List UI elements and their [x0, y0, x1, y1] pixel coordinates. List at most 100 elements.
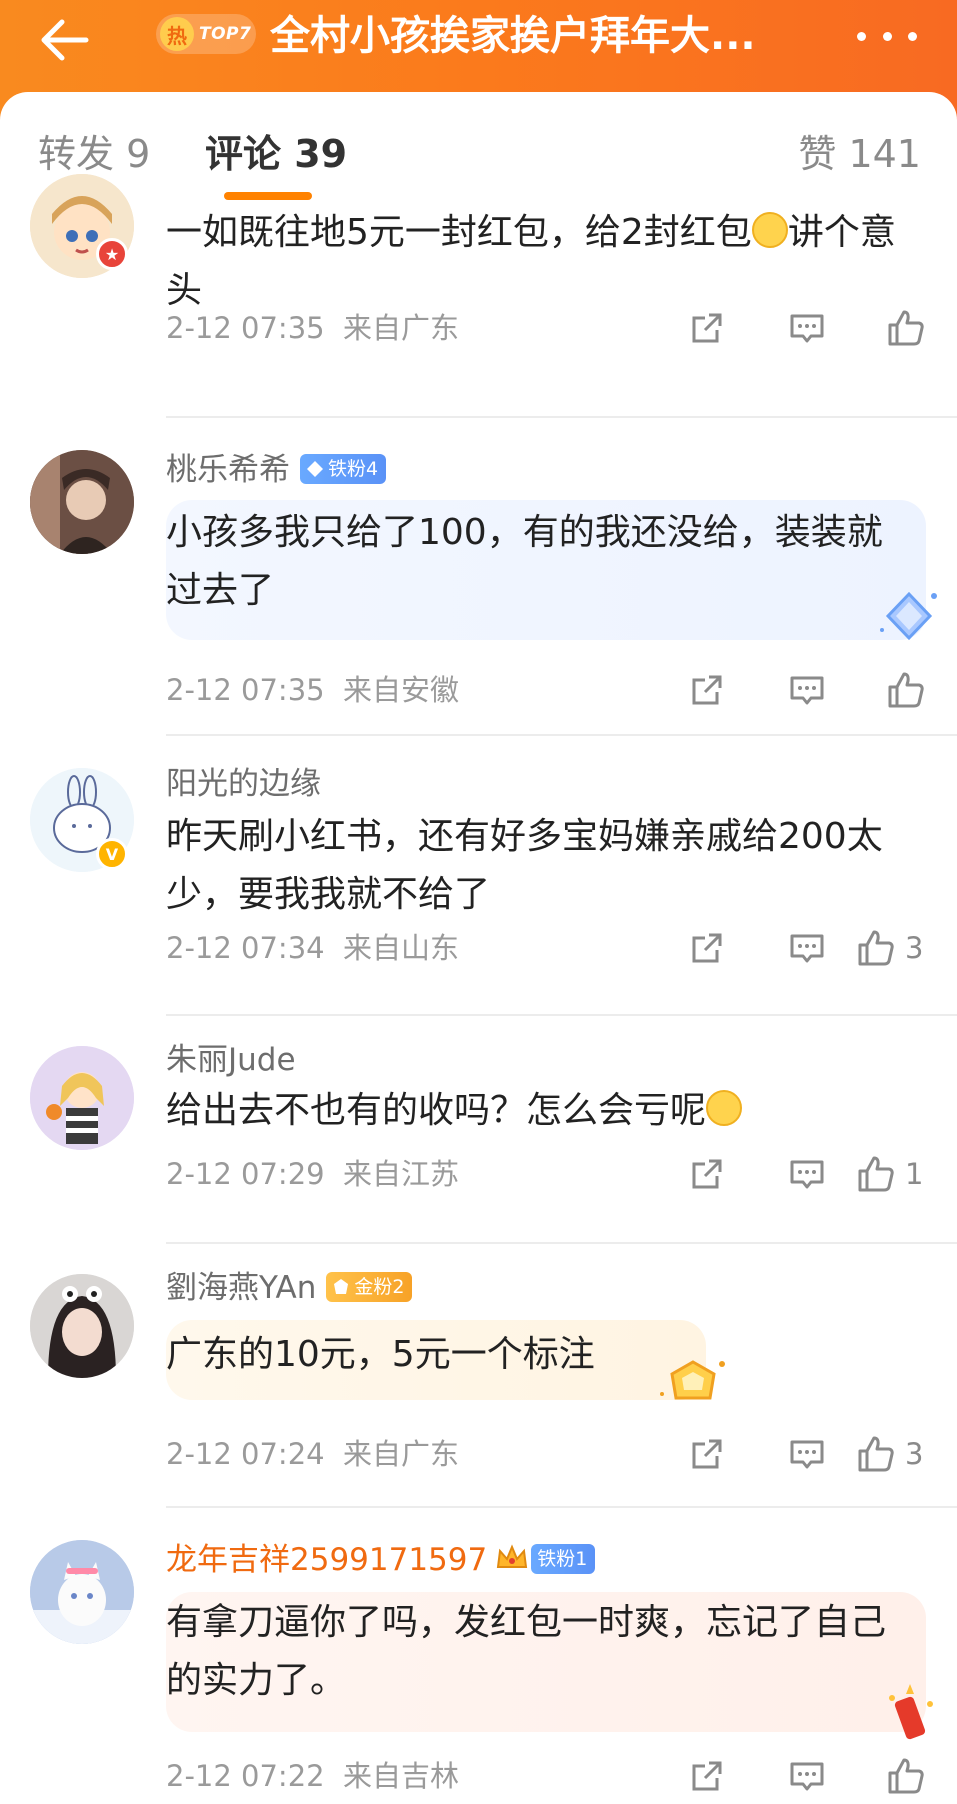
avatar[interactable]	[30, 1540, 134, 1644]
share-button[interactable]	[627, 668, 727, 712]
comment-item: 劉海燕YAn 金粉2 广东的10元，5元一个标注 2-12 07:24 来自广东 …	[0, 1244, 957, 1508]
comment-time: 2-12 07:29	[166, 1157, 325, 1191]
user-photo-avatar-icon	[30, 450, 134, 554]
comment-location: 来自安徽	[343, 673, 460, 707]
comment-meta: 2-12 07:34 来自山东	[166, 928, 459, 968]
avatar[interactable]	[30, 450, 134, 554]
comment-location: 来自江苏	[343, 1157, 460, 1191]
comment-meta: 2-12 07:22 来自吉林	[166, 1756, 459, 1796]
thumbs-up-icon	[858, 1156, 894, 1192]
like-count: 3	[905, 931, 924, 965]
comment-time: 2-12 07:22	[166, 1759, 325, 1793]
hot-rank-label: TOP7	[199, 24, 252, 44]
back-button[interactable]	[36, 12, 100, 68]
share-icon	[692, 933, 722, 963]
comment-actions: 1	[627, 1152, 927, 1196]
like-button[interactable]	[827, 1754, 927, 1798]
fan-level-badge: 铁粉4	[300, 453, 387, 484]
laugh-cry-emoji-icon	[706, 1090, 743, 1126]
comment-location: 来自广东	[343, 1437, 460, 1471]
tab-bar: 转发 9 评论 39 赞 141	[0, 92, 957, 208]
reply-button[interactable]	[727, 1152, 827, 1196]
comment-location: 来自吉林	[343, 1759, 460, 1793]
avatar[interactable]	[30, 1274, 134, 1378]
dot-icon	[857, 31, 866, 41]
share-icon	[692, 1439, 722, 1469]
hot-rank-badge[interactable]: 热 TOP7	[156, 14, 256, 54]
comment-icon	[790, 314, 824, 343]
comment-username[interactable]: 劉海燕YAn 金粉2	[166, 1268, 413, 1308]
thumbs-up-icon	[858, 930, 894, 966]
comment-item: 朱丽Jude 给出去不也有的收吗？怎么会亏呢 2-12 07:29 来自江苏 1	[0, 1016, 957, 1244]
share-button[interactable]	[627, 926, 727, 970]
back-arrow-icon	[41, 19, 89, 61]
tab-repost[interactable]: 转发 9	[38, 130, 150, 178]
comment-time: 2-12 07:34	[166, 931, 325, 965]
crown-icon	[497, 1543, 528, 1568]
reply-button[interactable]	[727, 306, 827, 350]
share-button[interactable]	[627, 306, 727, 350]
like-button[interactable]	[827, 306, 927, 350]
reply-button[interactable]	[727, 1432, 827, 1476]
comment-location: 来自广东	[343, 311, 460, 345]
comment-icon	[790, 934, 824, 963]
comment-username[interactable]: 阳光的边缘	[166, 764, 321, 804]
comment-location: 来自山东	[343, 931, 460, 965]
tab-likes[interactable]: 赞 141	[798, 130, 921, 178]
comment-username[interactable]: 朱丽Jude	[166, 1040, 296, 1080]
comment-meta: 2-12 07:29 来自江苏	[166, 1154, 459, 1194]
share-button[interactable]	[627, 1432, 727, 1476]
user-photo-avatar-icon	[30, 1274, 134, 1378]
comment-text: 一如既往地5元一封红包，给2封红包 讲个意头	[166, 212, 896, 311]
like-button[interactable]: 1	[827, 1152, 927, 1196]
comment-icon	[790, 1440, 824, 1469]
comment-item: ★ 一如既往地5元一封红包，给2封红包 讲个意头 2-12 07:35 来自广东	[0, 174, 957, 418]
verified-badge-icon: ★	[96, 238, 128, 270]
avatar[interactable]	[30, 1046, 134, 1150]
thumbs-up-icon	[888, 1758, 924, 1794]
comment-username[interactable]: 桃乐希希 铁粉4	[166, 450, 387, 490]
comment-actions	[627, 1754, 927, 1798]
comment-actions	[627, 668, 927, 712]
more-options-button[interactable]	[857, 18, 917, 54]
reply-button[interactable]	[727, 1754, 827, 1798]
reply-button[interactable]	[727, 668, 827, 712]
divider	[166, 416, 957, 418]
comment-actions	[627, 306, 927, 350]
page-title: 全村小孩挨家挨户拜年大...	[270, 13, 756, 59]
reply-button[interactable]	[727, 926, 827, 970]
comment-icon	[790, 1762, 824, 1791]
comment-meta: 2-12 07:24 来自广东	[166, 1434, 459, 1474]
comment-text: 昨天刷小红书，还有好多宝妈嫌亲戚给200太少，要我我就不给了	[166, 816, 883, 915]
thumbs-up-icon	[888, 672, 924, 708]
verified-v-badge-icon: V	[96, 838, 128, 870]
share-button[interactable]	[627, 1754, 727, 1798]
cartoon-girl-avatar-icon	[30, 1046, 134, 1150]
comment-time: 2-12 07:24	[166, 1437, 325, 1471]
comment-text: 有拿刀逼你了吗，发红包一时爽，忘记了自己的实力了。	[166, 1602, 887, 1701]
like-count: 3	[905, 1437, 924, 1471]
share-icon	[692, 675, 722, 705]
like-button[interactable]: 3	[827, 1432, 927, 1476]
comment-actions: 3	[627, 1432, 927, 1476]
hot-icon: 热	[160, 17, 194, 51]
like-button[interactable]	[827, 668, 927, 712]
comment-username[interactable]: 龙年吉祥2599171597 铁粉1	[166, 1540, 596, 1580]
comment-time: 2-12 07:35	[166, 673, 325, 707]
share-button[interactable]	[627, 1152, 727, 1196]
comment-text: 小孩多我只给了100，有的我还没给，装装就过去了	[166, 512, 883, 611]
diamond-icon	[307, 460, 323, 477]
tab-comments[interactable]: 评论 39	[205, 130, 347, 178]
comment-item: 桃乐希希 铁粉4 小孩多我只给了100，有的我还没给，装装就过去了 2-12 07…	[0, 420, 957, 736]
like-button[interactable]: 3	[827, 926, 927, 970]
dot-icon	[882, 31, 892, 41]
dot-icon	[908, 31, 917, 41]
comment-meta: 2-12 07:35 来自安徽	[166, 670, 459, 710]
active-tab-indicator	[224, 192, 312, 200]
comment-actions: 3	[627, 926, 927, 970]
fan-level-badge: 铁粉1	[531, 1543, 596, 1574]
comment-time: 2-12 07:35	[166, 311, 325, 345]
comment-text: 广东的10元，5元一个标注	[166, 1334, 595, 1375]
fan-level-badge: 金粉2	[326, 1271, 413, 1302]
comment-icon	[790, 676, 824, 705]
